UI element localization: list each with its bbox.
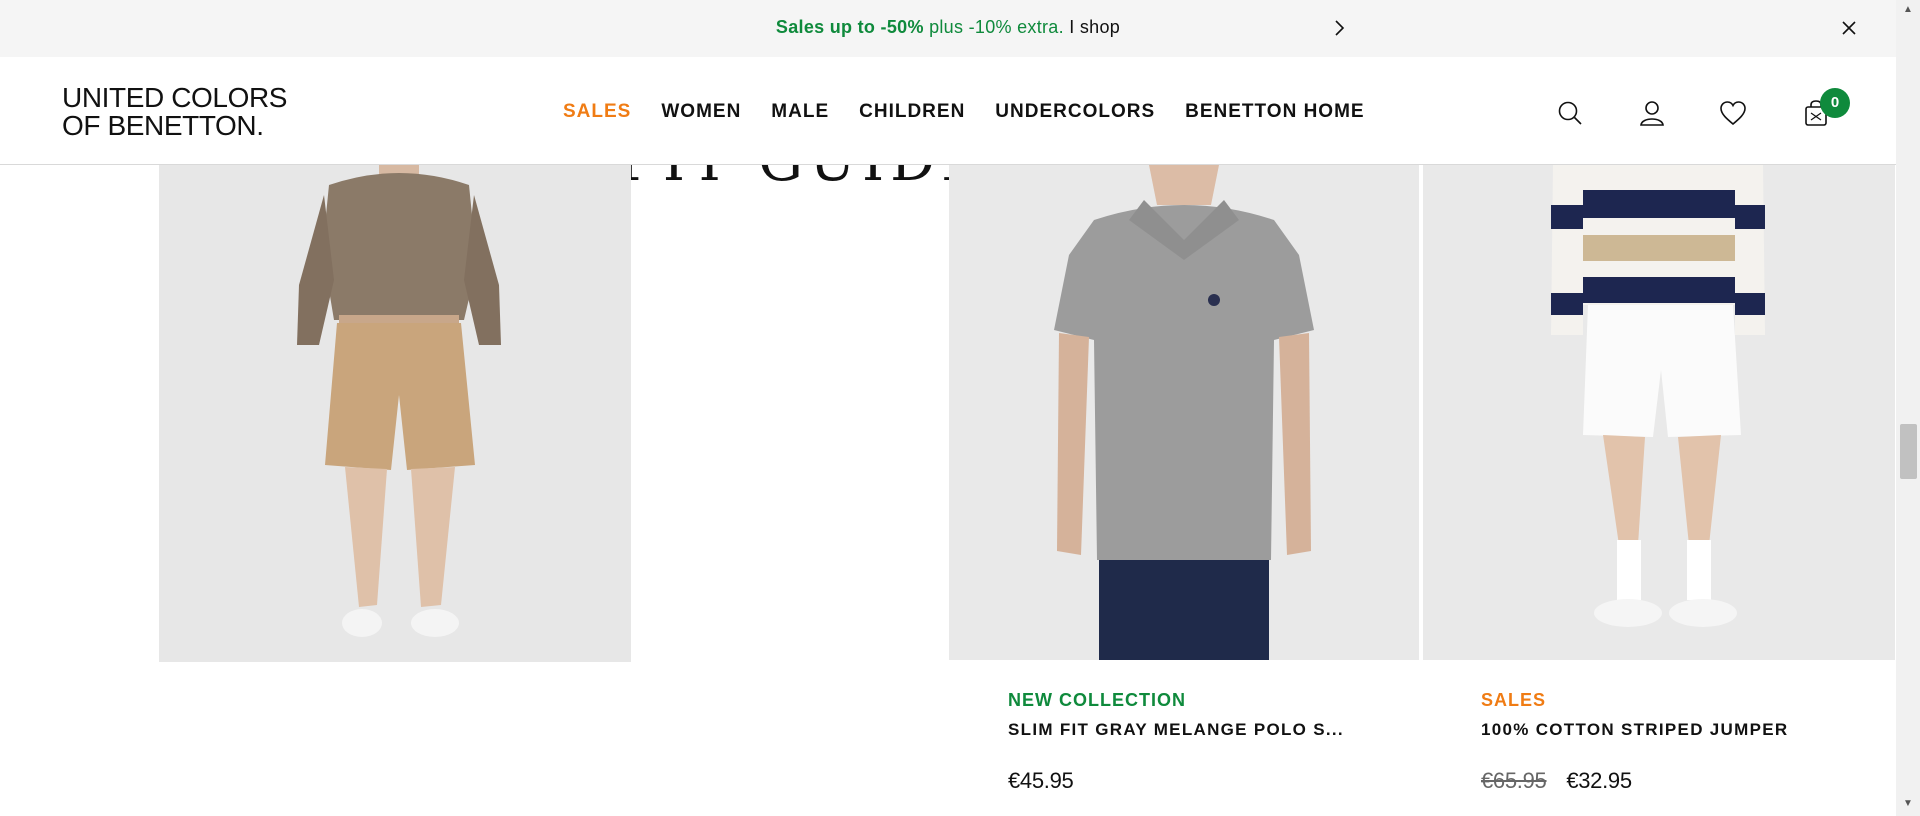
product-name[interactable]: 100% COTTON STRIPED JUMPER (1481, 720, 1788, 740)
promo-bar: Sales up to -50% plus -10% extra. I shop (0, 0, 1896, 57)
product-price-row: €65.95 €32.95 (1481, 768, 1788, 794)
product-name[interactable]: SLIM FIT GRAY MELANGE POLO S... (1008, 720, 1344, 740)
product-tag: SALES (1481, 690, 1547, 710)
logo-line-2: OF BENETTON. (62, 110, 264, 141)
brand-logo[interactable]: UNITED COLORS OF BENETTON. (62, 84, 287, 140)
main-nav: SALES WOMEN MALE CHILDREN UNDERCOLORS BE… (563, 101, 1395, 123)
nav-item-male[interactable]: MALE (771, 101, 829, 123)
product-tag: NEW COLLECTION (1008, 690, 1186, 710)
original-price: €65.95 (1481, 768, 1547, 793)
nav-item-children[interactable]: CHILDREN (859, 101, 965, 123)
logo-line-1: UNITED COLORS (62, 82, 288, 113)
fit-guide-heading: FIT GUIDE (618, 165, 988, 194)
chevron-right-icon[interactable] (1327, 16, 1351, 40)
page-content: FIT GUIDE (0, 165, 1896, 816)
site-header: UNITED COLORS OF BENETTON. SALES WOMEN M… (0, 57, 1896, 165)
search-icon[interactable] (1554, 97, 1586, 129)
nav-item-benetton-home[interactable]: BENETTON HOME (1185, 101, 1364, 123)
cart-count-badge[interactable]: 0 (1820, 88, 1850, 118)
scroll-up-arrow-icon[interactable]: ▲ (1903, 4, 1913, 15)
close-icon[interactable] (1838, 17, 1860, 39)
product-image-sweater-shorts[interactable] (159, 165, 631, 662)
user-icon[interactable] (1636, 97, 1668, 129)
scrollbar-thumb[interactable] (1900, 424, 1917, 479)
nav-item-undercolors[interactable]: UNDERCOLORS (995, 101, 1155, 123)
product-card-jumper[interactable]: SALES 100% COTTON STRIPED JUMPER €65.95 … (1481, 690, 1788, 794)
promo-message[interactable]: Sales up to -50% plus -10% extra. I shop (0, 17, 1896, 38)
current-price: €45.95 (1008, 768, 1074, 793)
page-scrollbar[interactable]: ▲ ▼ (1896, 0, 1920, 816)
heart-icon[interactable] (1717, 97, 1749, 129)
product-price-row: €45.95 (1008, 768, 1344, 794)
product-image-striped-jumper[interactable] (1423, 165, 1895, 660)
nav-item-sales[interactable]: SALES (563, 101, 631, 123)
promo-cta[interactable]: I shop (1069, 17, 1120, 37)
current-price: €32.95 (1566, 768, 1632, 793)
scroll-down-arrow-icon[interactable]: ▼ (1903, 798, 1913, 809)
promo-extra: plus -10% extra. (929, 17, 1064, 37)
nav-item-women[interactable]: WOMEN (661, 101, 741, 123)
product-card-polo[interactable]: NEW COLLECTION SLIM FIT GRAY MELANGE POL… (1008, 690, 1344, 794)
promo-strong: Sales up to -50% (775, 17, 924, 37)
product-image-gray-polo[interactable] (949, 165, 1419, 660)
